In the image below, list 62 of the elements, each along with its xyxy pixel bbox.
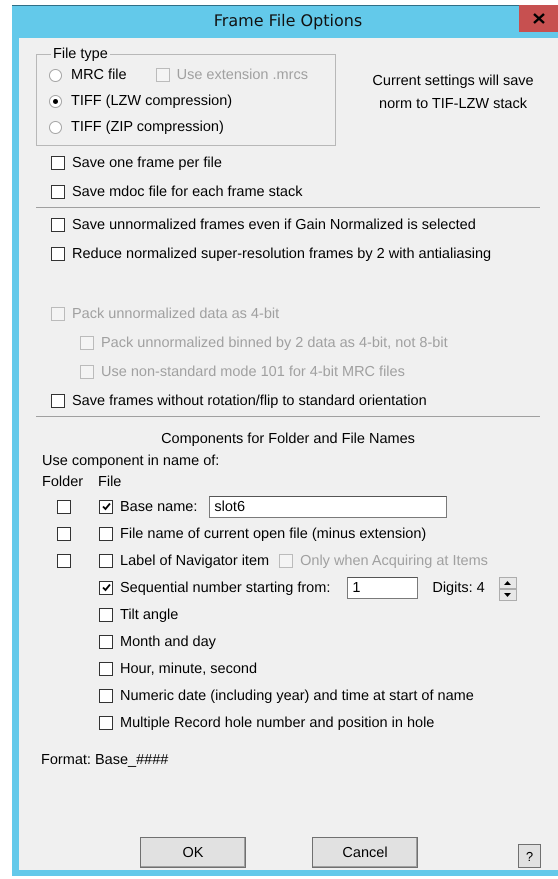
help-button[interactable]: ?: [518, 844, 541, 868]
checkbox[interactable]: [99, 554, 113, 568]
checkbox-label: Tilt angle: [120, 606, 178, 622]
base-name-field[interactable]: slot6: [209, 496, 448, 518]
checkbox[interactable]: [99, 500, 113, 514]
checkbox[interactable]: [99, 608, 113, 622]
cancel-button[interactable]: Cancel: [312, 837, 418, 868]
checkbox-label: Numeric date (including year) and time at start of name: [120, 688, 474, 704]
radio-button[interactable]: [49, 120, 62, 134]
radio-label: TIFF (LZW compression): [71, 93, 232, 109]
checkbox-label: Only when Acquiring at Items: [300, 552, 488, 568]
checkbox[interactable]: [99, 634, 113, 648]
up-triangle-icon: [504, 580, 512, 584]
status-note: Current settings will save norm to TIF-LZW stack: [371, 72, 535, 114]
radio-label: MRC file: [71, 67, 127, 83]
spin-up-button[interactable]: [498, 576, 517, 588]
checkbox[interactable]: [51, 184, 65, 198]
checkbox-label: Sequential number starting from:: [120, 580, 330, 596]
checkbox-label: Multiple Record hole number and position in hole: [120, 714, 434, 730]
checkbox[interactable]: [99, 688, 113, 702]
close-icon: [532, 13, 544, 24]
checkbox-label: Reduce normalized super-resolution frames by 2 with antialiasing: [72, 246, 492, 262]
checkbox[interactable]: [99, 662, 113, 676]
checkbox-label: Use non-standard mode 101 for 4-bit MRC files: [101, 364, 405, 380]
checkbox-label: Save mdoc file for each frame stack: [72, 184, 302, 200]
radio-button[interactable]: [49, 94, 62, 108]
column-header: Folder: [42, 473, 84, 492]
checkbox[interactable]: [57, 526, 71, 540]
window-title: Frame File Options: [212, 10, 364, 32]
checkbox[interactable]: [51, 394, 65, 408]
format-text: Format: Base_####: [41, 752, 170, 768]
section-caption: Use component in name of:: [42, 452, 220, 471]
checkbox-label: Hour, minute, second: [120, 660, 258, 676]
checkbox[interactable]: [99, 526, 113, 540]
checkbox-label: Pack unnormalized binned by 2 data as 4-bit, not 8-bit: [101, 334, 448, 350]
column-header: File: [98, 473, 122, 492]
radio-button[interactable]: [49, 68, 62, 82]
spin-down-button[interactable]: [498, 588, 517, 600]
checkbox[interactable]: [57, 554, 71, 568]
checkbox[interactable]: [51, 218, 65, 232]
checkbox-label: Save frames without rotation/flip to standard orientation: [72, 392, 427, 408]
checkbox-label: Pack unnormalized data as 4-bit: [72, 306, 280, 322]
start-number-field[interactable]: 1: [347, 576, 418, 598]
section-title: Components for Folder and File Names: [160, 430, 416, 449]
ok-button[interactable]: OK: [140, 837, 246, 868]
checkbox-label: Label of Navigator item: [120, 552, 270, 568]
checkbox[interactable]: [51, 246, 65, 260]
checkbox-label: Month and day: [120, 634, 216, 650]
checkbox[interactable]: [99, 580, 113, 594]
checkbox[interactable]: [99, 716, 113, 730]
checkbox[interactable]: [51, 156, 65, 170]
digits-label: Digits: 4: [432, 580, 485, 596]
checkbox-label: Save one frame per file: [72, 154, 222, 170]
checkbox-label: Use extension .mrcs: [176, 67, 308, 83]
close-button[interactable]: [519, 5, 558, 32]
group-label: File type: [52, 46, 109, 62]
down-triangle-icon: [504, 592, 512, 596]
checkbox-label: File name of current open file (minus extension): [120, 526, 426, 542]
checkbox-label: Save unnormalized frames even if Gain Normalized is selected: [72, 216, 476, 232]
checkbox[interactable]: [57, 500, 71, 514]
radio-label: TIFF (ZIP compression): [71, 119, 224, 135]
checkbox-label: Base name:: [120, 498, 198, 514]
